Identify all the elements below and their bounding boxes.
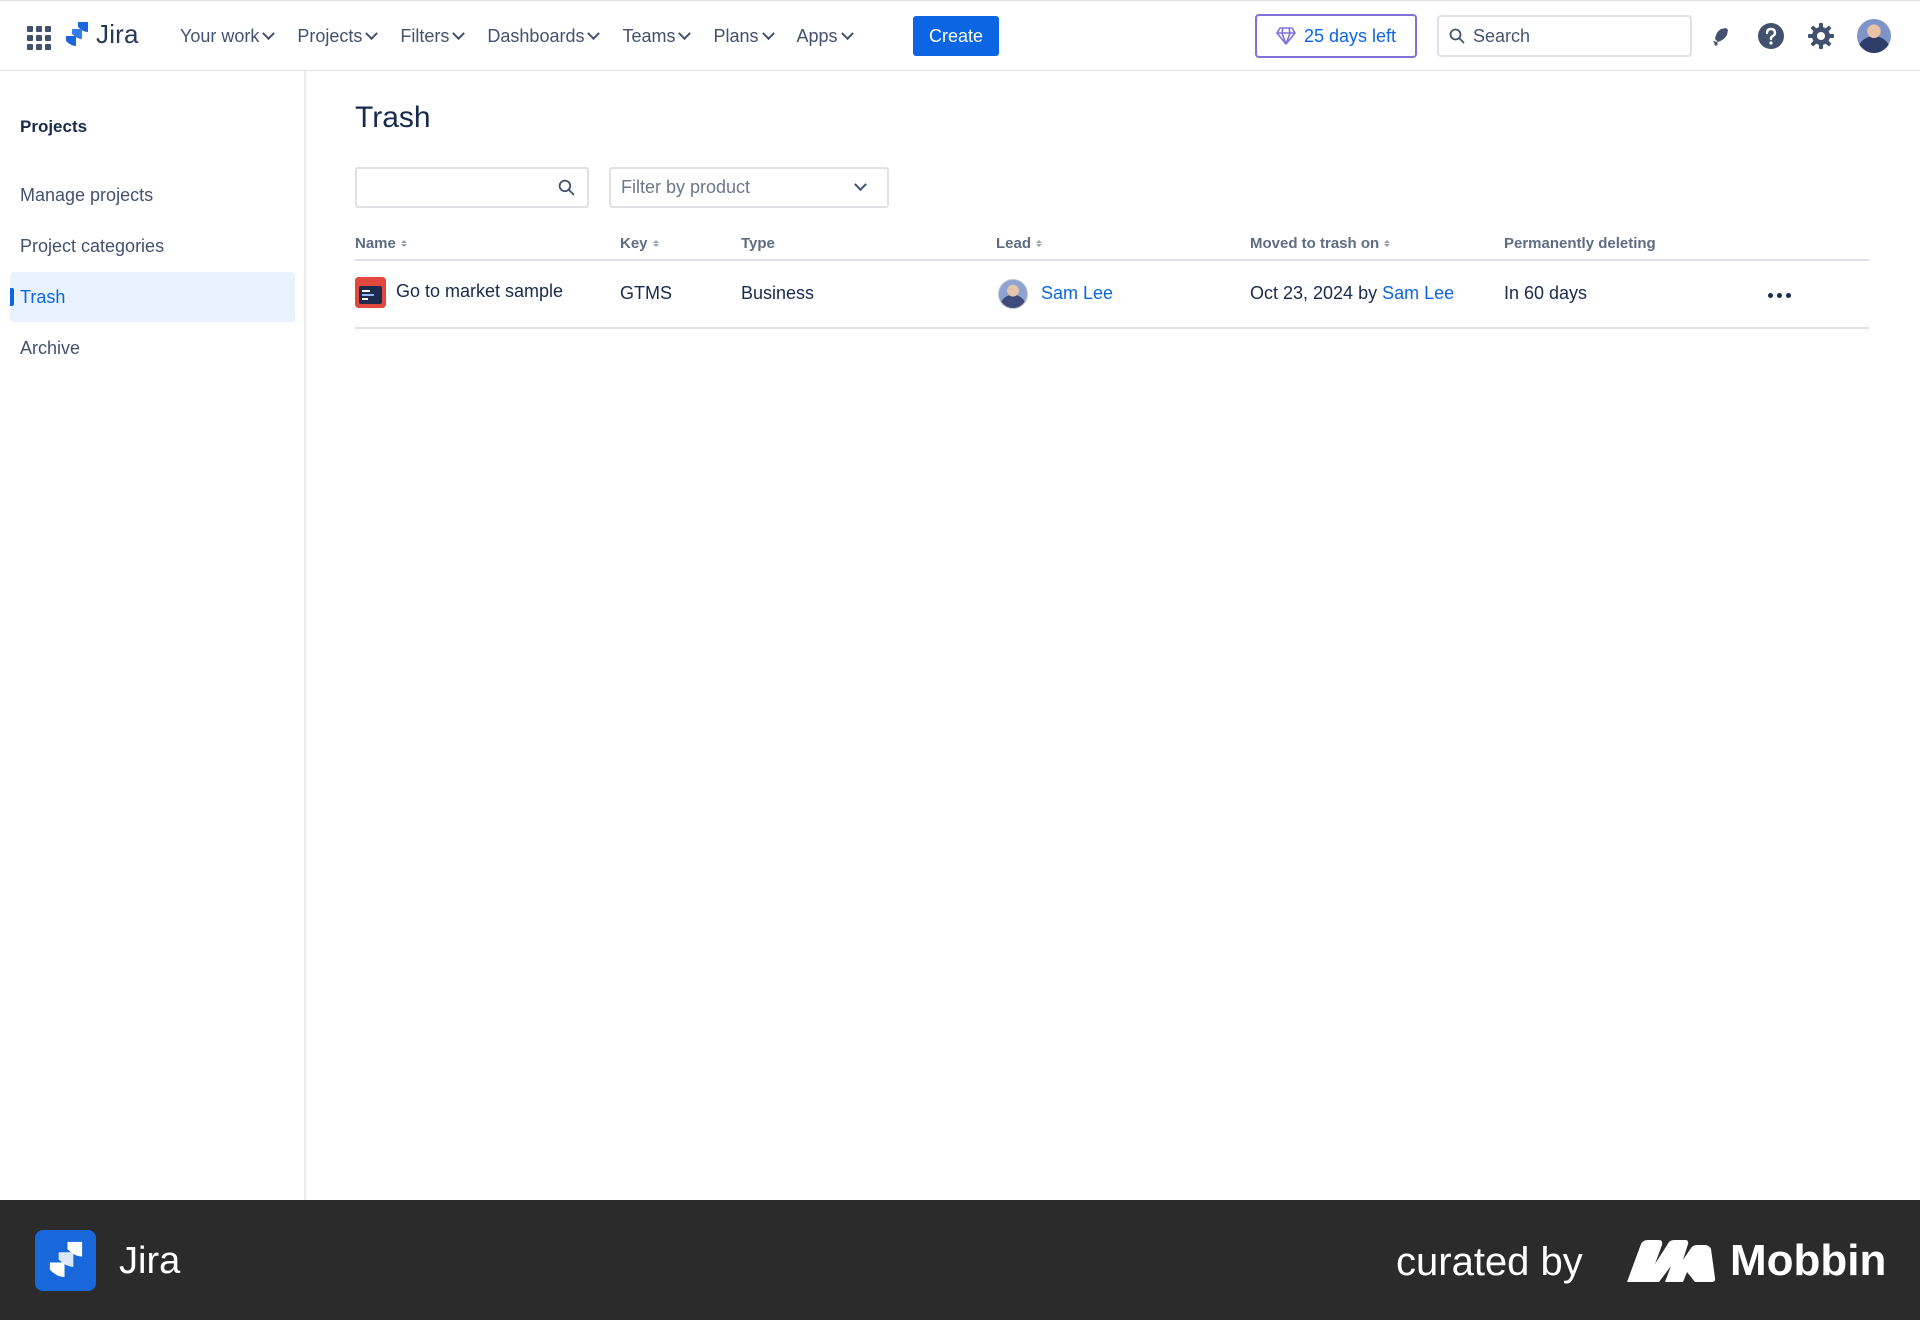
nav-your-work[interactable]: Your work (168, 16, 285, 56)
search-icon (558, 179, 575, 196)
project-lead-link[interactable]: Sam Lee (1041, 283, 1113, 304)
filter-placeholder: Filter by product (621, 177, 751, 197)
settings-gear-icon (1808, 23, 1834, 49)
nav-label: Dashboards (487, 25, 585, 46)
primary-nav: Your work Projects Filters Dashboards Te… (168, 1, 864, 71)
sidebar-item-trash[interactable]: Trash (10, 272, 295, 322)
sort-icon (1036, 240, 1043, 247)
chevron-down-icon (854, 178, 867, 192)
more-actions-icon[interactable] (1764, 283, 1794, 307)
filter-by-product-select[interactable]: Filter by product (609, 167, 889, 208)
column-label: Type (741, 235, 775, 252)
notifications-button[interactable] (1705, 20, 1737, 52)
curated-footer: Jira curated by Mobbin (0, 1200, 1920, 1320)
product-name: Jira (96, 19, 139, 49)
moved-date: Oct 23, 2024 (1250, 283, 1354, 303)
nav-label: Apps (796, 25, 838, 46)
jira-logo-icon (35, 1230, 96, 1291)
app-switcher-icon[interactable] (24, 23, 52, 51)
column-header-name[interactable]: Name (355, 235, 407, 252)
column-header-moved-to-trash[interactable]: Moved to trash on (1250, 235, 1391, 252)
trial-label: 25 days left (1303, 25, 1397, 46)
diamond-icon (1276, 27, 1296, 45)
nav-projects[interactable]: Projects (285, 16, 388, 56)
footer-product-name: Jira (119, 1240, 181, 1282)
search-input[interactable] (1473, 25, 1673, 47)
nav-filters[interactable]: Filters (388, 16, 475, 56)
page-title: Trash (355, 101, 431, 134)
chevron-down-icon (262, 26, 276, 40)
column-label: Name (355, 235, 396, 252)
table-row-divider (355, 327, 1869, 329)
search-icon (1449, 28, 1465, 44)
trash-search[interactable] (355, 167, 589, 208)
jira-logo[interactable]: Jira (64, 19, 139, 50)
help-icon (1758, 23, 1784, 49)
nav-apps[interactable]: Apps (785, 16, 864, 56)
permanently-deleting-value: In 60 days (1504, 283, 1588, 303)
chevron-down-icon (452, 26, 466, 40)
curated-by-label: curated by (1396, 1240, 1583, 1284)
project-key: GTMS (620, 283, 672, 303)
column-label: Lead (996, 235, 1032, 252)
moved-to-trash-cell: Oct 23, 2024 by Sam Lee (1250, 283, 1454, 304)
column-header-lead[interactable]: Lead (996, 235, 1043, 252)
trial-days-left-button[interactable]: 25 days left (1255, 14, 1417, 58)
create-button[interactable]: Create (913, 16, 999, 56)
project-name: Go to market sample (396, 281, 564, 301)
chevron-down-icon (365, 26, 379, 40)
jira-logo-icon (66, 21, 88, 46)
projects-sidebar: Projects Manage projects Project categor… (0, 71, 306, 1200)
top-navigation: Jira Your work Projects Filters Dashboar… (0, 0, 1920, 71)
table-header-divider (355, 259, 1869, 261)
moved-by-link[interactable]: Sam Lee (1382, 283, 1454, 303)
nav-label: Projects (297, 25, 363, 46)
nav-teams[interactable]: Teams (610, 16, 701, 56)
chevron-down-icon (840, 26, 854, 40)
project-type: Business (741, 283, 815, 303)
project-avatar-icon (355, 277, 386, 308)
notification-bell-icon (1713, 28, 1728, 46)
sort-icon (400, 240, 407, 247)
moved-by-prefix: by (1358, 283, 1378, 303)
nav-plans[interactable]: Plans (701, 16, 784, 56)
chevron-down-icon (587, 26, 601, 40)
chevron-down-icon (678, 26, 692, 40)
nav-label: Your work (180, 25, 260, 46)
user-avatar[interactable] (1857, 19, 1891, 53)
sort-icon (1384, 240, 1391, 247)
mobbin-brand: Mobbin (1730, 1236, 1887, 1285)
settings-button[interactable] (1805, 20, 1837, 52)
column-label: Moved to trash on (1250, 235, 1380, 252)
nav-label: Plans (713, 25, 759, 46)
lead-avatar (998, 279, 1028, 309)
nav-label: Teams (622, 25, 676, 46)
mobbin-logo-icon (1627, 1240, 1716, 1282)
sidebar-item-manage-projects[interactable]: Manage projects (10, 170, 295, 220)
nav-dashboards[interactable]: Dashboards (475, 16, 610, 56)
help-button[interactable] (1755, 20, 1787, 52)
column-header-permanently-deleting: Permanently deleting (1504, 235, 1656, 252)
column-header-type: Type (741, 235, 775, 252)
chevron-down-icon (761, 26, 775, 40)
sort-icon (652, 240, 659, 247)
global-search[interactable] (1437, 15, 1692, 57)
column-label: Permanently deleting (1504, 235, 1656, 252)
column-header-key[interactable]: Key (620, 235, 659, 252)
sidebar-title: Projects (20, 117, 88, 136)
sidebar-item-archive[interactable]: Archive (10, 323, 295, 373)
nav-label: Filters (400, 25, 450, 46)
trash-search-input[interactable] (367, 177, 557, 198)
sidebar-item-project-categories[interactable]: Project categories (10, 221, 295, 271)
column-label: Key (620, 235, 648, 252)
